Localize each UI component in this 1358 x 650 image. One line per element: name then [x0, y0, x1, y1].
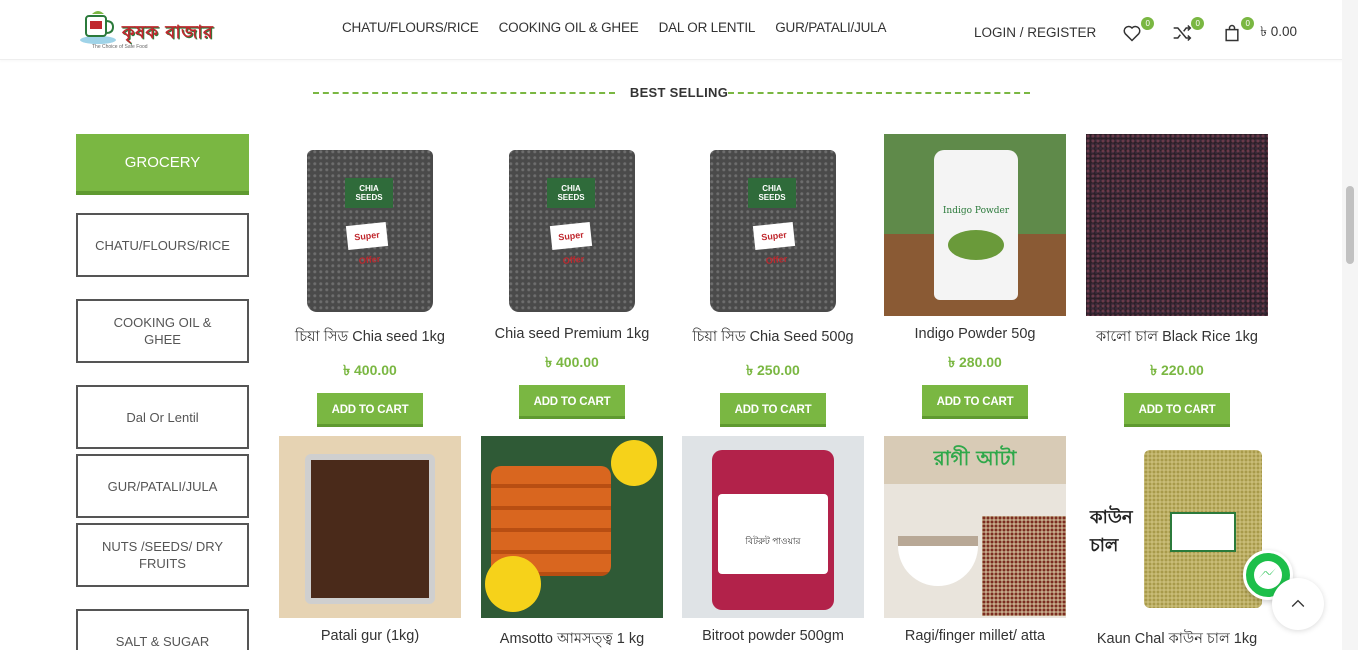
product-price: ৳ 400.00: [343, 362, 397, 378]
offer-sticker: Super Offer: [549, 221, 593, 266]
product-card[interactable]: Amsotto আমসত্ত্ব 1 kg: [481, 436, 663, 650]
product-card[interactable]: Patali gur (1kg): [279, 436, 461, 644]
sidebar-item-nuts-seeds-dry-fruits[interactable]: NUTS /SEEDS/ DRY FRUITS: [76, 523, 249, 587]
product-name[interactable]: Chia seed Premium 1kg: [481, 326, 663, 342]
logo-cup-icon: [80, 11, 116, 44]
product-label: রাগী আটা: [933, 446, 1017, 470]
jar-graphic: [934, 150, 1018, 300]
sidebar-heading-grocery[interactable]: GROCERY: [76, 134, 249, 195]
heart-icon: [1123, 25, 1141, 42]
product-label: Indigo Powder: [942, 206, 1010, 216]
page-scrollbar[interactable]: [1342, 0, 1358, 650]
sidebar-item-dal-or-lentil[interactable]: Dal Or Lentil: [76, 385, 249, 449]
wishlist-count-badge: 0: [1141, 16, 1155, 30]
product-name[interactable]: Patali gur (1kg): [279, 628, 461, 644]
cart-button[interactable]: 0: [1222, 16, 1255, 43]
product-name[interactable]: Ragi/finger millet/ atta: [884, 628, 1066, 644]
offer-sticker: Super Offer: [752, 221, 796, 266]
product-card[interactable]: CHIA SEEDS Super Offer চিয়া সিড Chia se…: [279, 134, 461, 427]
offer-sticker: Super Offer: [345, 221, 389, 266]
wishlist-button[interactable]: 0: [1122, 16, 1155, 43]
product-name[interactable]: Indigo Powder 50g: [884, 326, 1066, 342]
site-logo[interactable]: কৃষক বাজার The Choice of Safe Food: [78, 6, 238, 52]
add-to-cart-button[interactable]: ADD TO CART: [922, 385, 1028, 419]
add-to-cart-button[interactable]: ADD TO CART: [720, 393, 826, 427]
product-name[interactable]: চিয়া সিড Chia Seed 500g: [682, 326, 864, 350]
product-card[interactable]: কাউন চাল Kaun Chal কাউন চাল 1kg: [1086, 436, 1268, 650]
product-card[interactable]: রাগী আটা Ragi/finger millet/ atta: [884, 436, 1066, 644]
nav-chatu-flours-rice[interactable]: CHATU/FLOURS/RICE: [342, 20, 479, 35]
product-price: ৳ 220.00: [1150, 362, 1204, 378]
section-title-text: BEST SELLING: [629, 85, 729, 100]
compare-count-badge: 0: [1191, 16, 1205, 30]
product-price: ৳ 280.00: [948, 354, 1002, 370]
flower-graphic: [485, 556, 541, 612]
product-name[interactable]: Bitroot powder 500gm: [682, 628, 864, 644]
sidebar-item-cooking-oil-ghee[interactable]: COOKING OIL & GHEE: [76, 299, 249, 363]
packet-label-graphic: [1170, 512, 1236, 552]
product-label: CHIA SEEDS: [547, 178, 595, 208]
product-image[interactable]: [1086, 134, 1268, 316]
nav-dal-or-lentil[interactable]: DAL OR LENTIL: [659, 20, 756, 35]
scroll-to-top-button[interactable]: [1272, 578, 1324, 630]
scrollbar-thumb[interactable]: [1346, 186, 1354, 264]
sidebar-item-gur-patali-jula[interactable]: GUR/PATALI/JULA: [76, 454, 249, 518]
patali-tray-graphic: [305, 454, 435, 604]
product-image[interactable]: [279, 436, 461, 618]
add-to-cart-button[interactable]: ADD TO CART: [519, 385, 625, 419]
product-label: CHIA SEEDS: [345, 178, 393, 208]
product-label: কাউন চাল: [1090, 507, 1133, 556]
best-selling-heading: BEST SELLING: [0, 84, 1358, 102]
product-card[interactable]: CHIA SEEDS Super Offer চিয়া সিড Chia Se…: [682, 134, 864, 427]
nav-cooking-oil-ghee[interactable]: COOKING OIL & GHEE: [499, 20, 639, 35]
sidebar-item-salt-sugar[interactable]: SALT & SUGAR: [76, 609, 249, 650]
flower-graphic: [611, 440, 657, 486]
compare-button[interactable]: 0: [1172, 16, 1205, 43]
nav-gur-patali-jula[interactable]: GUR/PATALI/JULA: [775, 20, 886, 35]
product-image[interactable]: Indigo Powder: [884, 134, 1066, 316]
add-to-cart-button[interactable]: ADD TO CART: [1124, 393, 1230, 427]
product-price: ৳ 250.00: [746, 362, 800, 378]
product-price: ৳ 400.00: [545, 354, 599, 370]
heading-divider-right: [728, 92, 1030, 94]
shuffle-icon: [1173, 24, 1192, 41]
bowl-graphic: [898, 536, 978, 586]
sidebar-item-chatu-flours-rice[interactable]: CHATU/FLOURS/RICE: [76, 213, 249, 277]
product-image[interactable]: CHIA SEEDS Super Offer: [682, 134, 864, 316]
powder-graphic: [948, 230, 1004, 260]
logo-tagline: The Choice of Safe Food: [92, 44, 148, 50]
product-card[interactable]: Indigo Powder Indigo Powder 50g ৳ 280.00…: [884, 134, 1066, 419]
add-to-cart-button[interactable]: ADD TO CART: [317, 393, 423, 427]
product-image[interactable]: CHIA SEEDS Super Offer: [279, 134, 461, 316]
cart-total[interactable]: ৳ 0.00: [1260, 21, 1297, 44]
product-image[interactable]: কাউন চাল: [1086, 436, 1268, 618]
main-nav: CHATU/FLOURS/RICE COOKING OIL & GHEE DAL…: [342, 20, 886, 35]
login-register-link[interactable]: LOGIN / REGISTER: [974, 25, 1096, 40]
shopping-bag-icon: [1225, 24, 1239, 41]
header-tools: LOGIN / REGISTER 0 0 0 ৳ 0.00: [974, 16, 1297, 44]
heading-divider-left: [313, 92, 615, 94]
product-name[interactable]: চিয়া সিড Chia seed 1kg: [279, 326, 461, 350]
cart-count-badge: 0: [1241, 16, 1255, 30]
product-card[interactable]: CHIA SEEDS Super Offer Chia seed Premium…: [481, 134, 663, 419]
product-image[interactable]: CHIA SEEDS Super Offer: [481, 134, 663, 316]
chevron-up-icon: [1291, 599, 1305, 607]
product-card[interactable]: কালো চাল Black Rice 1kg ৳ 220.00 ADD TO …: [1086, 134, 1268, 427]
product-card[interactable]: বিটরুট পাওয়ার Bitroot powder 500gm: [682, 436, 864, 644]
product-label: বিটরুট পাওয়ার: [745, 536, 801, 546]
product-name[interactable]: Kaun Chal কাউন চাল 1kg: [1086, 628, 1268, 650]
site-header: কৃষক বাজার The Choice of Safe Food CHATU…: [0, 0, 1358, 60]
product-label: CHIA SEEDS: [748, 178, 796, 208]
sack-graphic: [982, 516, 1066, 616]
product-image[interactable]: বিটরুট পাওয়ার: [682, 436, 864, 618]
product-name[interactable]: Amsotto আমসত্ত্ব 1 kg: [481, 628, 663, 650]
product-image[interactable]: [481, 436, 663, 618]
product-image[interactable]: রাগী আটা: [884, 436, 1066, 618]
product-name[interactable]: কালো চাল Black Rice 1kg: [1086, 326, 1268, 350]
